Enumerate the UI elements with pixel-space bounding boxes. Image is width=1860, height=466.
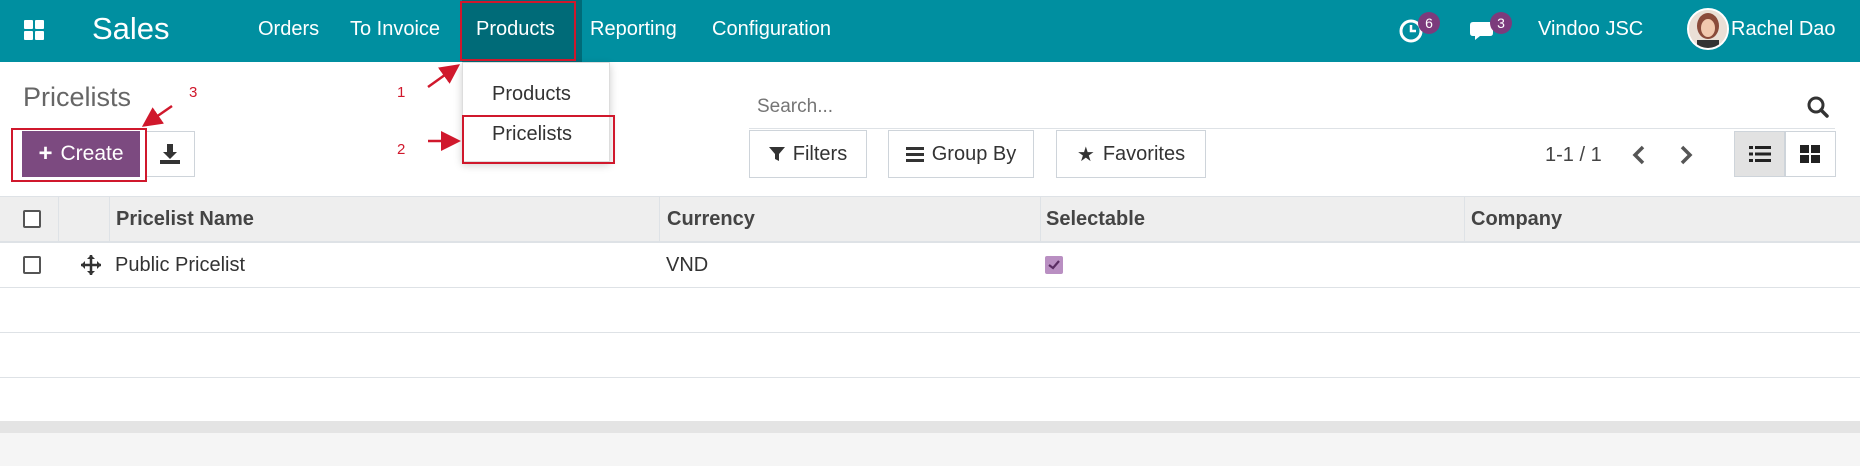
annotation-arrow-1 bbox=[427, 64, 461, 89]
annotation-arrows bbox=[141, 64, 461, 151]
annotation-arrow-3 bbox=[141, 104, 173, 127]
